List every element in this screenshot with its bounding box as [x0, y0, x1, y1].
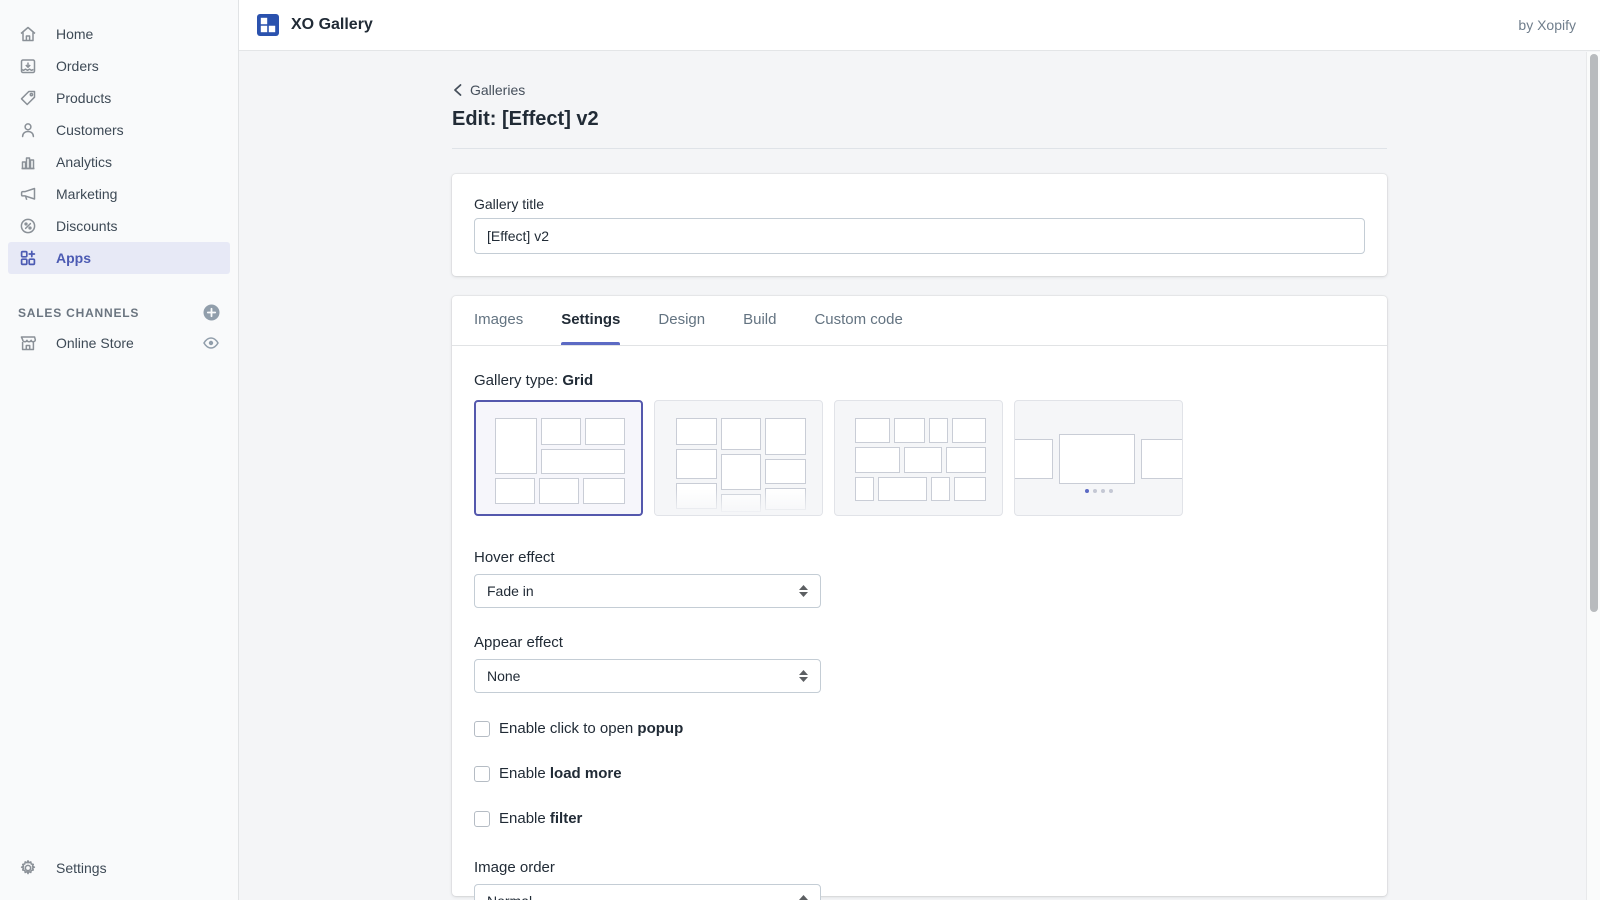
home-icon — [18, 24, 38, 44]
apps-icon — [18, 248, 38, 268]
discounts-icon — [18, 216, 38, 236]
sidebar-item-products[interactable]: Products — [8, 82, 230, 114]
sidebar-item-label: Apps — [56, 250, 91, 266]
sidebar-item-label: Home — [56, 26, 93, 42]
tab-custom-code[interactable]: Custom code — [814, 296, 902, 345]
gallery-type-grid-option[interactable] — [474, 400, 643, 516]
plus-circle-icon — [203, 304, 220, 321]
enable-popup-checkbox-row[interactable]: Enable click to open popup — [474, 720, 683, 737]
scrollbar-thumb[interactable] — [1590, 54, 1598, 612]
tab-design[interactable]: Design — [658, 296, 705, 345]
enable-load-more-checkbox[interactable] — [474, 766, 490, 782]
page-title: Edit: [Effect] v2 — [452, 108, 1387, 131]
sidebar-item-settings[interactable]: Settings — [8, 852, 230, 884]
tab-images[interactable]: Images — [474, 296, 523, 345]
gallery-title-input[interactable] — [474, 218, 1365, 254]
appear-effect-value: None — [487, 668, 520, 684]
app-title: XO Gallery — [291, 16, 373, 34]
appear-effect-select[interactable]: None — [474, 659, 821, 693]
sidebar-item-apps[interactable]: Apps — [8, 242, 230, 274]
enable-filter-label: Enable filter — [499, 810, 582, 827]
sidebar-item-label: Orders — [56, 58, 99, 74]
gallery-type-options — [474, 400, 1365, 516]
gallery-title-label: Gallery title — [474, 196, 1365, 212]
storefront-icon — [18, 333, 38, 353]
gallery-type-label: Gallery type: — [474, 372, 562, 389]
vertical-scrollbar[interactable] — [1586, 52, 1600, 900]
orders-icon — [18, 56, 38, 76]
sidebar: Home Orders Products Customers Analytics — [0, 0, 239, 900]
sidebar-item-marketing[interactable]: Marketing — [8, 178, 230, 210]
sidebar-item-label: Products — [56, 90, 111, 106]
sidebar-item-orders[interactable]: Orders — [8, 50, 230, 82]
gear-icon — [18, 858, 38, 878]
select-caret-icon — [799, 585, 808, 597]
gallery-title-card: Gallery title — [452, 174, 1387, 276]
sales-channels-label: SALES CHANNELS — [18, 306, 139, 320]
main-area: XO Gallery by Xopify Galleries Edit: [Ef… — [239, 0, 1600, 900]
gallery-settings-card: Images Settings Design Build Custom code… — [452, 296, 1387, 896]
image-order-label: Image order — [474, 859, 1365, 876]
sales-channels-header: SALES CHANNELS — [8, 304, 230, 321]
image-order-value: Normal — [487, 893, 532, 900]
enable-filter-checkbox[interactable] — [474, 811, 490, 827]
page-content: Galleries Edit: [Effect] v2 Gallery titl… — [239, 51, 1600, 900]
sidebar-item-label: Analytics — [56, 154, 112, 170]
tab-bar: Images Settings Design Build Custom code — [452, 296, 1387, 346]
hover-effect-select[interactable]: Fade in — [474, 574, 821, 608]
xo-gallery-app-icon — [257, 14, 279, 36]
tab-settings[interactable]: Settings — [561, 296, 620, 345]
title-divider — [452, 148, 1387, 149]
sidebar-item-label: Customers — [56, 122, 124, 138]
breadcrumb-label: Galleries — [470, 82, 525, 98]
tab-build[interactable]: Build — [743, 296, 776, 345]
enable-load-more-label: Enable load more — [499, 765, 622, 782]
back-chevron-icon — [452, 83, 463, 97]
select-caret-icon — [799, 895, 808, 900]
hover-effect-label: Hover effect — [474, 549, 1365, 566]
hover-effect-value: Fade in — [487, 583, 534, 599]
gallery-type-value: Grid — [562, 372, 593, 389]
sidebar-item-label: Online Store — [56, 335, 134, 351]
products-icon — [18, 88, 38, 108]
gallery-type-slider-option[interactable] — [1014, 400, 1183, 516]
enable-popup-checkbox[interactable] — [474, 721, 490, 737]
appear-effect-label: Appear effect — [474, 634, 1365, 651]
sidebar-item-analytics[interactable]: Analytics — [8, 146, 230, 178]
enable-filter-checkbox-row[interactable]: Enable filter — [474, 810, 582, 827]
sidebar-item-label: Settings — [56, 860, 107, 876]
settings-panel: Gallery type: Grid — [452, 346, 1387, 900]
enable-popup-label: Enable click to open popup — [499, 720, 683, 737]
app-window: Home Orders Products Customers Analytics — [0, 0, 1600, 900]
app-header: XO Gallery by Xopify — [239, 0, 1600, 51]
select-caret-icon — [799, 670, 808, 682]
gallery-type-line: Gallery type: Grid — [474, 372, 1365, 389]
sidebar-item-online-store[interactable]: Online Store — [8, 327, 230, 359]
add-sales-channel-button[interactable] — [203, 304, 220, 321]
customers-icon — [18, 120, 38, 140]
gallery-type-masonry-option[interactable] — [654, 400, 823, 516]
image-order-select[interactable]: Normal — [474, 884, 821, 900]
analytics-icon — [18, 152, 38, 172]
sidebar-item-label: Marketing — [56, 186, 117, 202]
gallery-type-justified-option[interactable] — [834, 400, 1003, 516]
sidebar-item-label: Discounts — [56, 218, 117, 234]
marketing-icon — [18, 184, 38, 204]
eye-icon — [202, 334, 220, 352]
sidebar-item-discounts[interactable]: Discounts — [8, 210, 230, 242]
breadcrumb[interactable]: Galleries — [452, 82, 525, 98]
enable-load-more-checkbox-row[interactable]: Enable load more — [474, 765, 622, 782]
app-byline: by Xopify — [1518, 17, 1576, 33]
sidebar-item-home[interactable]: Home — [8, 18, 230, 50]
view-online-store-button[interactable] — [202, 334, 220, 352]
sidebar-item-customers[interactable]: Customers — [8, 114, 230, 146]
slider-dots-indicator — [1015, 489, 1182, 493]
